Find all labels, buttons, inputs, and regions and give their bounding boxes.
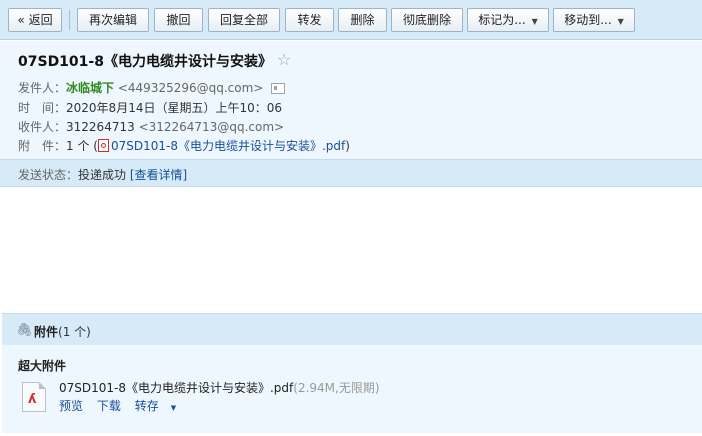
forward-button[interactable]: 转发 [285, 8, 334, 32]
from-row: 发件人：冰临城下 <449325296@qq.com> [18, 79, 286, 96]
attachment-row: 附 件：1 个 ( 07SD101-8《电力电缆井设计与安装》.pdf) [18, 137, 350, 154]
reedit-button[interactable]: 再次编辑 [77, 8, 149, 32]
from-label: 发件人： [18, 81, 67, 95]
download-link[interactable]: 下载 [97, 399, 121, 413]
save-to-label: 转存 [134, 399, 159, 413]
paperclip-icon: 🖇 [16, 323, 33, 338]
status-value: 投递成功 [78, 168, 127, 182]
toolbar: « 返回 再次编辑 撤回 回复全部 转发 删除 彻底删除 标记为... ▼ 移动到… [0, 0, 702, 40]
attachment-close-paren: ) [345, 139, 350, 153]
delivery-status-bar: 发送状态：投递成功 [查看详情] [0, 159, 702, 187]
mark-as-dropdown[interactable]: 标记为... ▼ [467, 8, 549, 32]
recall-button[interactable]: 撤回 [154, 8, 203, 32]
star-icon[interactable]: ☆ [277, 50, 291, 69]
move-to-label: 移动到... [564, 13, 612, 27]
to-label: 收件人： [18, 120, 67, 134]
attachment-file: 07SD101-8《电力电缆井设计与安装》.pdf(2.94M,无限期) [59, 379, 380, 396]
toolbar-separator [69, 10, 70, 30]
status-row: 发送状态：投递成功 [查看详情] [18, 166, 187, 183]
delete-permanent-button[interactable]: 彻底删除 [391, 8, 463, 32]
attachment-link[interactable]: 07SD101-8《电力电缆井设计与安装》.pdf [111, 139, 345, 153]
attachments-body: 超大附件 ʎ 07SD101-8《电力电缆井设计与安装》.pdf(2.94M,无… [2, 345, 702, 433]
to-row: 收件人：312264713 <312264713@qq.com> [18, 118, 284, 135]
chevron-down-icon: ▼ [170, 404, 177, 412]
chevron-down-icon: ▼ [617, 17, 624, 26]
save-to-dropdown[interactable]: 转存 ▼ [135, 399, 186, 413]
attachment-count: 1 个 ( [66, 139, 98, 153]
pdf-logo-icon: ʎ [28, 392, 37, 407]
attachments-count: (1 个) [58, 325, 91, 339]
chevron-down-icon: ▼ [531, 17, 538, 26]
reply-all-button[interactable]: 回复全部 [208, 8, 280, 32]
recipient-address: <312264713@qq.com> [138, 120, 285, 134]
attachments-header: 🖇 附件(1 个) [2, 313, 702, 345]
delete-button[interactable]: 删除 [338, 8, 387, 32]
attachments-title: 附件(1 个) [34, 323, 91, 340]
sender-address: <449325296@qq.com> [117, 81, 264, 95]
move-to-dropdown[interactable]: 移动到... ▼ [553, 8, 635, 32]
view-details-link[interactable]: [查看详情] [130, 168, 187, 182]
mail-header: 07SD101-8《电力电缆井设计与安装》 ☆ 发件人：冰临城下 <449325… [0, 41, 702, 159]
pdf-file-icon[interactable]: ʎ [22, 382, 46, 412]
preview-link[interactable]: 预览 [59, 399, 83, 413]
attachment-file-meta: (2.94M,无限期) [293, 381, 380, 395]
time-row: 时 间：2020年8月14日（星期五）上午10：06 [18, 99, 282, 116]
time-value: 2020年8月14日（星期五）上午10：06 [66, 101, 282, 115]
contact-card-icon[interactable] [271, 83, 286, 94]
mail-subject: 07SD101-8《电力电缆井设计与安装》 [18, 54, 272, 70]
sender-name[interactable]: 冰临城下 [66, 81, 114, 95]
attachment-actions: 预览 下载 转存 ▼ [59, 397, 196, 414]
mark-as-label: 标记为... [478, 13, 526, 27]
back-button[interactable]: « 返回 [8, 8, 62, 32]
attachment-label: 附 件： [18, 139, 67, 153]
time-label: 时 间： [18, 101, 67, 115]
attachment-file-name[interactable]: 07SD101-8《电力电缆井设计与安装》.pdf [59, 381, 293, 395]
status-label: 发送状态： [18, 168, 79, 182]
attachments-title-text: 附件 [34, 325, 59, 339]
pdf-icon [97, 139, 109, 152]
recipient-name[interactable]: 312264713 [66, 120, 135, 134]
large-attachment-label: 超大附件 [18, 359, 67, 373]
